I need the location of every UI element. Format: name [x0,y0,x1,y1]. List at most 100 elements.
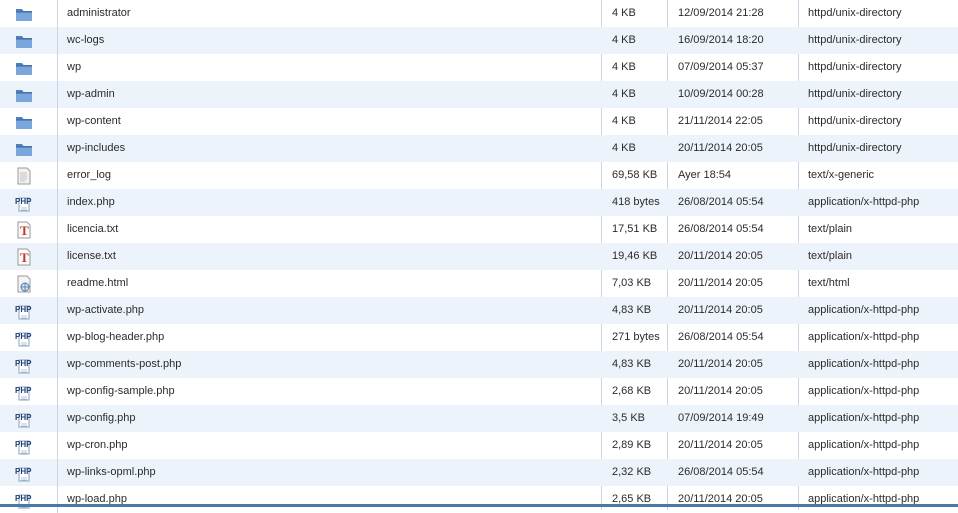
file-name[interactable]: wp-links-opml.php [67,459,597,486]
file-icon-cell[interactable]: PHP [0,378,58,405]
file-size: 4 KB [612,142,636,154]
file-icon-cell[interactable]: T [0,216,58,243]
file-modified-date: 20/11/2014 20:05 [678,493,763,505]
file-size: 19,46 KB [612,250,658,262]
file-name[interactable]: index.php [67,189,597,216]
svg-text:PHP: PHP [15,332,32,341]
file-icon-cell[interactable]: PHP [0,324,58,351]
file-icon-cell[interactable] [0,270,58,297]
file-icon-cell[interactable]: PHP [0,459,58,486]
file-name[interactable]: wc-logs [67,27,597,54]
file-size: 2,32 KB [612,466,652,478]
file-row[interactable]: PHP wp-cron.php 2,89 KB 20/11/2014 20:05 app… [0,432,958,459]
file-row[interactable]: Tlicense.txt 19,46 KB 20/11/2014 20:05 text… [0,243,958,270]
folder-icon [15,86,33,104]
file-size: 271 bytes [612,331,660,343]
file-size: 418 bytes [612,196,660,208]
file-modified-date: 20/11/2014 20:05 [678,304,763,316]
file-size: 69,58 KB [612,169,658,181]
file-modified-date: 20/11/2014 20:05 [678,142,763,154]
file-type: application/x-httpd-php [808,331,920,343]
file-row[interactable]: wp-admin 4 KB 10/09/2014 00:28 httpd/unix-d… [0,81,958,108]
folder-icon [15,5,33,23]
file-name[interactable]: wp-cron.php [67,432,597,459]
file-name[interactable]: wp-load.php [67,486,597,513]
file-modified-date: 07/09/2014 05:37 [678,61,764,73]
file-modified-date: 26/08/2014 05:54 [678,331,764,343]
file-row[interactable]: PHP wp-config.php 3,5 KB 07/09/2014 19:49 ap… [0,405,958,432]
file-size: 7,03 KB [612,277,652,289]
svg-text:PHP: PHP [15,359,32,368]
file-size: 4 KB [612,7,636,19]
file-name[interactable]: licencia.txt [67,216,597,243]
file-row[interactable]: Tlicencia.txt 17,51 KB 26/08/2014 05:54 tex… [0,216,958,243]
file-name[interactable]: license.txt [67,243,597,270]
file-name[interactable]: wp-blog-header.php [67,324,597,351]
file-type: application/x-httpd-php [808,412,920,424]
php-file-icon: PHP [15,194,33,212]
svg-text:PHP: PHP [15,386,32,395]
file-row[interactable]: readme.html 7,03 KB 20/11/2014 20:05 text/h… [0,270,958,297]
file-name[interactable]: administrator [67,0,597,27]
file-name[interactable]: wp-config-sample.php [67,378,597,405]
file-icon-cell[interactable] [0,108,58,135]
php-file-icon: PHP [15,464,33,482]
file-type: application/x-httpd-php [808,385,920,397]
svg-text:PHP: PHP [15,197,32,206]
file-modified-date: 20/11/2014 20:05 [678,385,763,397]
file-type: text/plain [808,223,853,235]
file-row[interactable]: wp 4 KB 07/09/2014 05:37 httpd/unix-directo… [0,54,958,81]
file-type: application/x-httpd-php [808,196,920,208]
file-row[interactable]: wp-content 4 KB 21/11/2014 22:05 httpd/unix… [0,108,958,135]
file-icon-cell[interactable] [0,0,58,27]
file-icon-cell[interactable]: PHP [0,486,58,513]
file-type: application/x-httpd-php [808,304,920,316]
file-icon-cell[interactable] [0,135,58,162]
php-file-icon: PHP [15,329,33,347]
php-file-icon: PHP [15,356,33,374]
file-name[interactable]: wp-config.php [67,405,597,432]
file-icon-cell[interactable] [0,54,58,81]
file-icon-cell[interactable]: PHP [0,189,58,216]
file-modified-date: 12/09/2014 21:28 [678,7,764,19]
file-row[interactable]: PHP wp-blog-header.php 271 bytes 26/08/2014… [0,324,958,351]
file-row[interactable]: PHP wp-activate.php 4,83 KB 20/11/2014 20:0… [0,297,958,324]
file-row[interactable]: administrator 4 KB 12/09/2014 21:28 httpd/u… [0,0,958,27]
file-icon-cell[interactable] [0,81,58,108]
file-size: 17,51 KB [612,223,658,235]
file-icon-cell[interactable]: PHP [0,297,58,324]
file-row[interactable]: error_log 69,58 KB Ayer 18:54 text/x-generi… [0,162,958,189]
file-name[interactable]: readme.html [67,270,597,297]
file-type: application/x-httpd-php [808,493,920,505]
file-type: application/x-httpd-php [808,439,920,451]
file-row[interactable]: PHP wp-config-sample.php 2,68 KB 20/11/2014… [0,378,958,405]
file-icon-cell[interactable]: PHP [0,405,58,432]
svg-text:PHP: PHP [15,467,32,476]
file-row[interactable]: PHP index.php 418 bytes 26/08/2014 05:54 app… [0,189,958,216]
file-name[interactable]: wp-content [67,108,597,135]
file-name[interactable]: wp-activate.php [67,297,597,324]
file-icon-cell[interactable] [0,27,58,54]
file-size: 4 KB [612,88,636,100]
file-row[interactable]: PHP wp-links-opml.php 2,32 KB 26/08/2014 05… [0,459,958,486]
file-icon-cell[interactable]: T [0,243,58,270]
file-size: 4,83 KB [612,358,652,370]
file-size: 4 KB [612,115,636,127]
file-type: application/x-httpd-php [808,466,920,478]
file-row[interactable]: PHP wp-load.php 2,65 KB 20/11/2014 20:05 app… [0,486,958,513]
file-row[interactable]: wp-includes 4 KB 20/11/2014 20:05 httpd/uni… [0,135,958,162]
file-name[interactable]: wp-comments-post.php [67,351,597,378]
file-name[interactable]: wp-includes [67,135,597,162]
file-size: 2,65 KB [612,493,652,505]
file-name[interactable]: error_log [67,162,597,189]
file-icon-cell[interactable]: PHP [0,432,58,459]
file-icon-cell[interactable]: PHP [0,351,58,378]
file-icon-cell[interactable] [0,162,58,189]
file-name[interactable]: wp [67,54,597,81]
file-size: 4 KB [612,61,636,73]
svg-text:T: T [20,223,29,238]
file-name[interactable]: wp-admin [67,81,597,108]
file-row[interactable]: PHP wp-comments-post.php 4,83 KB 20/11/2014… [0,351,958,378]
text-file-icon: T [15,221,33,239]
file-row[interactable]: wc-logs 4 KB 16/09/2014 18:20 httpd/unix-di… [0,27,958,54]
